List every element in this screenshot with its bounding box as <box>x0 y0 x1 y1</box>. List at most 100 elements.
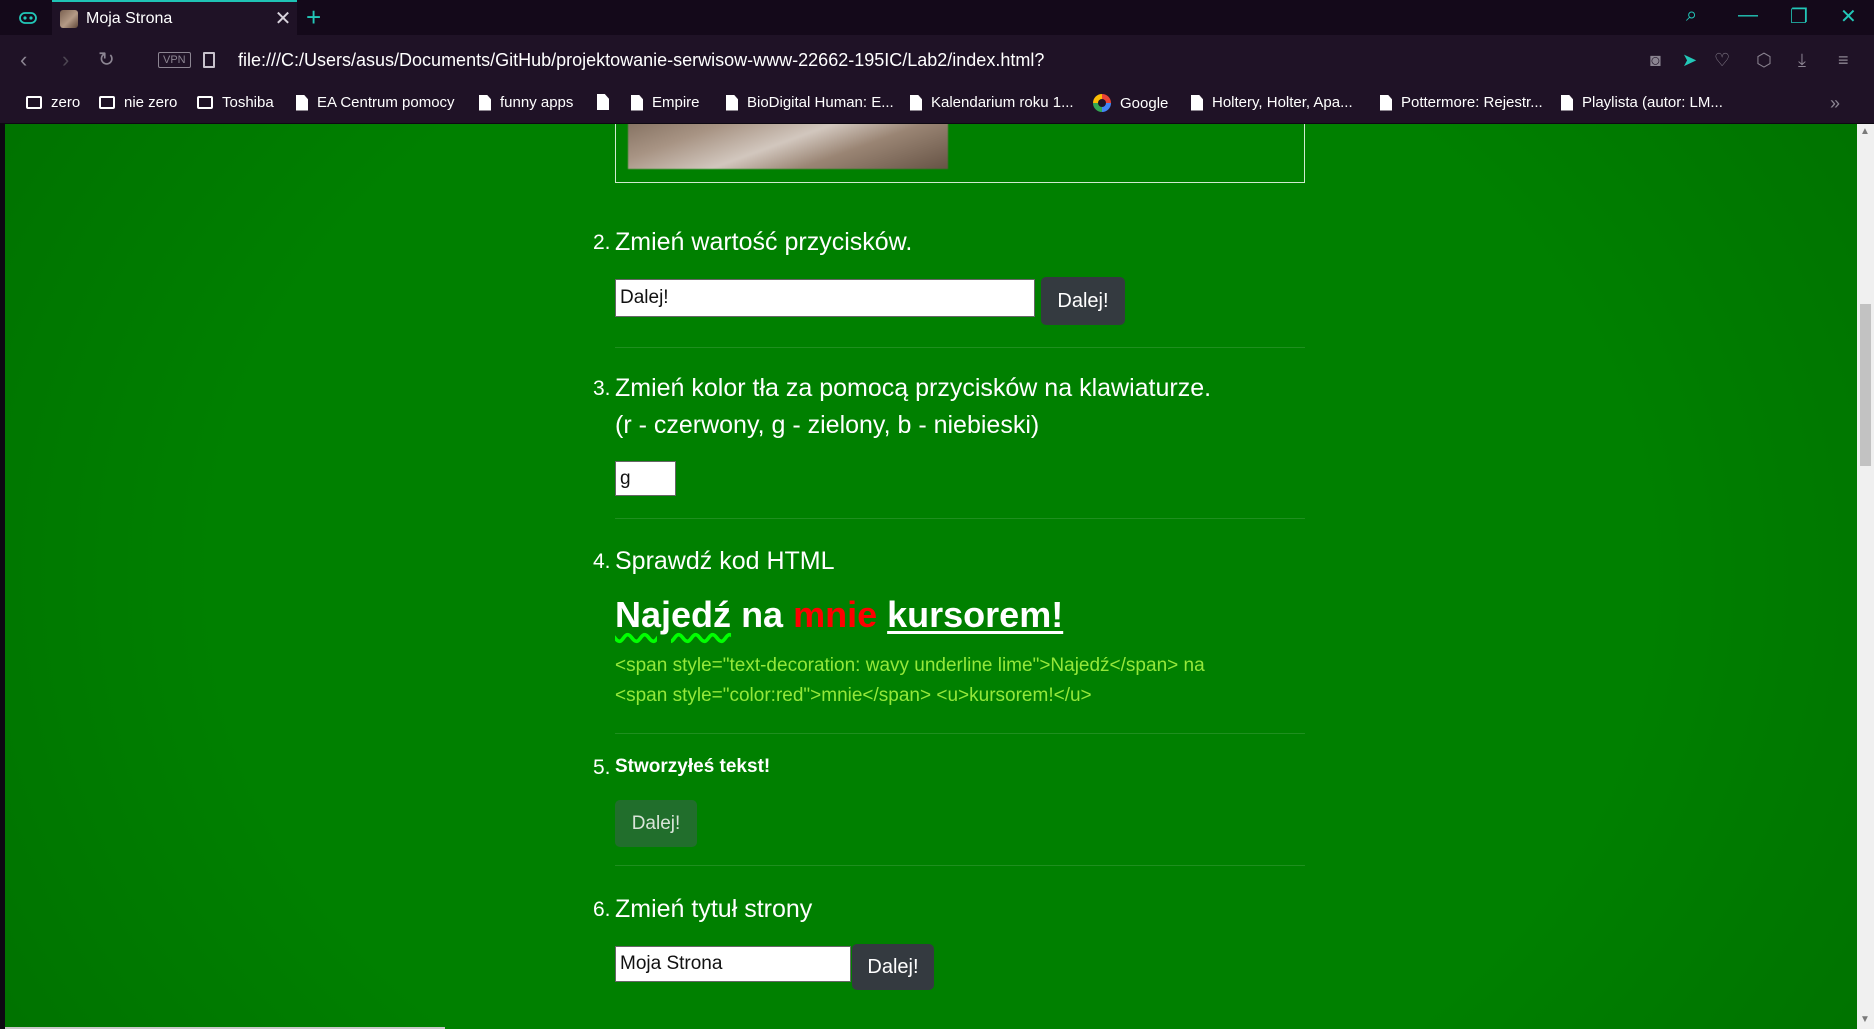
scroll-up-icon[interactable]: ▲ <box>1860 126 1870 137</box>
file-icon <box>1380 94 1392 111</box>
forward-icon[interactable]: › <box>62 47 69 73</box>
bookmark-label: funny apps <box>500 94 574 111</box>
bookmark-empire[interactable]: Empire <box>631 94 700 111</box>
reload-icon[interactable]: ↻ <box>98 47 115 72</box>
heading-plain-text: na <box>741 594 784 635</box>
heading-underlined-text: kursorem! <box>887 594 1064 635</box>
address-bar: ‹ › ↻ VPN file:///C:/Users/asus/Document… <box>0 35 1874 87</box>
code-line: <span style="color:red">mnie</span> <u>k… <box>615 685 1092 706</box>
google-icon <box>1093 94 1111 112</box>
page-icon <box>203 52 215 68</box>
tab-active[interactable]: Moja Strona ✕ <box>52 0 297 35</box>
url-field[interactable]: file:///C:/Users/asus/Documents/GitHub/p… <box>238 50 1044 71</box>
tab-bar: Moja Strona ✕ + ⌕ — ❐ ✕ <box>0 0 1874 35</box>
divider <box>615 347 1305 348</box>
image-frame <box>615 124 1305 183</box>
vpn-badge[interactable]: VPN <box>158 52 191 68</box>
item-hint: (r - czerwony, g - zielony, b - niebiesk… <box>615 411 1040 439</box>
workspaces-icon[interactable] <box>18 8 38 28</box>
bookmark-untitled[interactable] <box>597 94 618 110</box>
bookmark-label: Pottermore: Rejestr... <box>1401 94 1543 111</box>
search-icon[interactable]: ⌕ <box>1686 4 1697 27</box>
bookmark-label: Google <box>1120 94 1169 112</box>
bookmarks-bar: zero nie zero Toshiba EA Centrum pomocy … <box>0 87 1874 124</box>
folder-icon <box>197 96 213 109</box>
bookmark-nie-zero[interactable]: nie zero <box>99 94 177 111</box>
heading-wavy-text: Najedź <box>615 594 732 635</box>
bookmark-kalendarium[interactable]: Kalendarium roku 1... <box>910 94 1074 111</box>
bookmark-label: Empire <box>652 94 700 111</box>
list-item: 3. Zmień kolor tła za pomocą przycisków … <box>593 370 1305 444</box>
list-item: 5. Stworzyłeś tekst! <box>593 751 1305 783</box>
next-button[interactable]: Dalej! <box>615 800 697 847</box>
file-icon <box>726 94 738 111</box>
next-button[interactable]: Dalej! <box>1041 277 1125 325</box>
item-question: Zmień wartość przycisków. <box>615 228 913 256</box>
chevron-double-right-icon[interactable]: » <box>1830 93 1840 114</box>
page-viewport: 2. Zmień wartość przycisków. Dalej! 3. Z… <box>5 124 1857 1029</box>
bookmark-label: EA Centrum pomocy <box>317 94 455 111</box>
heart-icon[interactable]: ♡ <box>1714 50 1730 71</box>
file-icon <box>631 94 643 111</box>
file-icon <box>479 94 491 111</box>
bookmark-ea[interactable]: EA Centrum pomocy <box>296 94 455 111</box>
file-icon <box>597 94 609 110</box>
settings-icon[interactable]: ≡ <box>1838 50 1849 71</box>
file-icon <box>1191 94 1203 111</box>
list-item: 6. Zmień tytuł strony <box>593 891 1305 928</box>
color-key-input[interactable] <box>615 461 676 496</box>
item-question: Stworzyłeś tekst! <box>615 756 771 777</box>
scrollbar-thumb[interactable] <box>1860 304 1871 466</box>
restore-icon[interactable]: ❐ <box>1790 4 1808 29</box>
bookmark-toshiba[interactable]: Toshiba <box>197 94 274 111</box>
camera-icon[interactable]: ◙ <box>1650 50 1661 71</box>
bookmark-google[interactable]: Google <box>1093 94 1168 112</box>
item-question: Zmień kolor tła za pomocą przycisków na … <box>615 374 1212 402</box>
bookmark-label: BioDigital Human: E... <box>747 94 894 111</box>
vertical-scrollbar[interactable]: ▲ ▼ <box>1857 124 1874 1029</box>
code-snippet: <span style="text-decoration: wavy under… <box>615 651 1205 711</box>
send-icon[interactable]: ➤ <box>1682 50 1697 71</box>
code-line: <span style="text-decoration: wavy under… <box>615 655 1205 676</box>
bookmark-label: Playlista (autor: LM... <box>1582 94 1723 111</box>
new-tab-icon[interactable]: + <box>306 2 321 32</box>
bookmark-biodigital[interactable]: BioDigital Human: E... <box>726 94 894 111</box>
list-item: 4. Sprawdź kod HTML <box>593 543 1305 580</box>
list-item: 2. Zmień wartość przycisków. <box>593 224 1305 261</box>
close-window-icon[interactable]: ✕ <box>1840 4 1857 29</box>
page-title-input[interactable] <box>615 946 851 982</box>
hover-heading[interactable]: Najedź na mnie kursorem! <box>615 594 1063 636</box>
folder-icon <box>99 96 115 109</box>
file-icon <box>296 94 308 111</box>
bookmark-pottermore[interactable]: Pottermore: Rejestr... <box>1380 94 1543 111</box>
item-number: 2. <box>593 231 611 254</box>
bookmark-holtery[interactable]: Holtery, Holter, Apa... <box>1191 94 1353 111</box>
bookmark-label: zero <box>51 94 81 111</box>
button-value-input[interactable] <box>615 279 1035 317</box>
next-button[interactable]: Dalej! <box>852 944 934 990</box>
bookmark-label: Holtery, Holter, Apa... <box>1212 94 1353 111</box>
bookmark-zero[interactable]: zero <box>26 94 80 111</box>
tab-title: Moja Strona <box>86 9 173 27</box>
bookmark-funny-apps[interactable]: funny apps <box>479 94 573 111</box>
bookmark-label: nie zero <box>124 94 178 111</box>
tab-close-icon[interactable]: ✕ <box>269 6 297 31</box>
image <box>628 124 948 169</box>
folder-icon <box>26 96 42 109</box>
minimize-icon[interactable]: — <box>1738 4 1758 27</box>
back-icon[interactable]: ‹ <box>20 47 27 73</box>
divider <box>615 518 1305 519</box>
bookmark-playlista[interactable]: Playlista (autor: LM... <box>1561 94 1723 111</box>
download-icon[interactable]: ⤓ <box>1798 50 1806 71</box>
bookmark-label: Toshiba <box>222 94 274 111</box>
item-question: Zmień tytuł strony <box>615 895 813 923</box>
cube-icon[interactable]: ⬡ <box>1756 50 1772 71</box>
heading-red-text: mnie <box>793 594 878 635</box>
scroll-down-icon[interactable]: ▼ <box>1860 1014 1870 1025</box>
file-icon <box>910 94 922 111</box>
item-number: 5. <box>593 756 611 779</box>
favicon-icon <box>60 9 78 28</box>
bookmark-label: Kalendarium roku 1... <box>931 94 1074 111</box>
divider <box>615 865 1305 866</box>
item-number: 3. <box>593 377 611 400</box>
